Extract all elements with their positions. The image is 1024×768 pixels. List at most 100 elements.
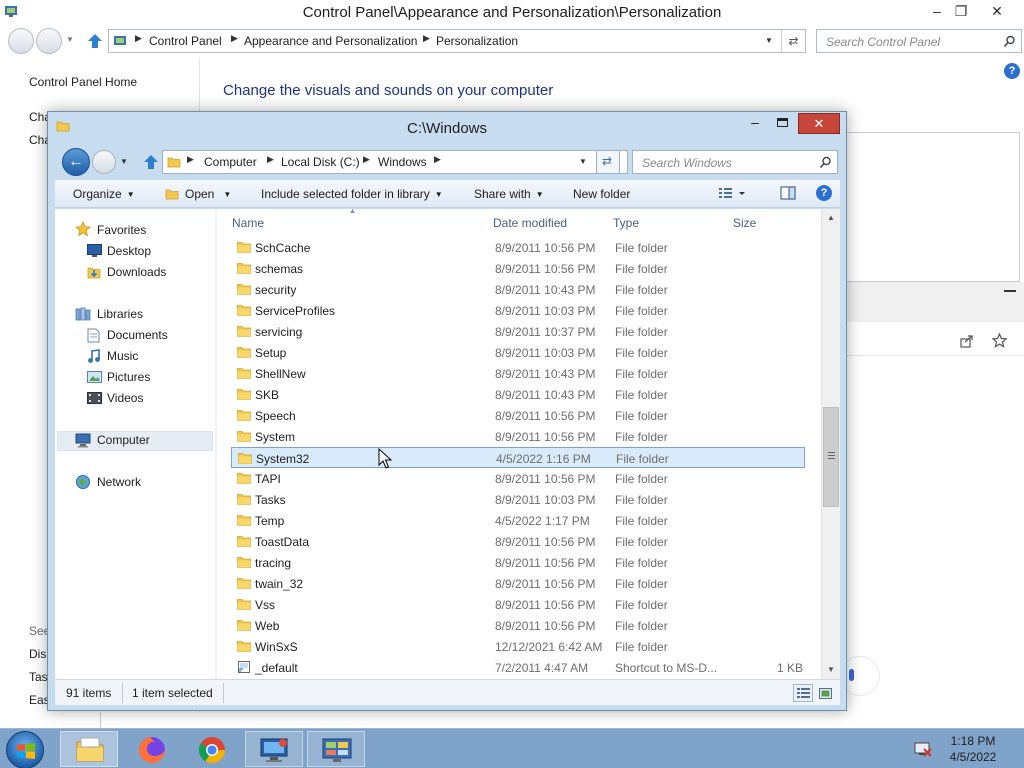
table-row[interactable]: schemas 8/9/2011 10:56 PM File folder	[231, 258, 805, 279]
taskbar-control-panel[interactable]	[307, 731, 365, 767]
search-icon[interactable]	[819, 156, 832, 169]
table-row[interactable]: Tasks 8/9/2011 10:03 PM File folder	[231, 489, 805, 510]
breadcrumb-computer[interactable]: Computer	[204, 155, 257, 169]
table-row[interactable]: servicing 8/9/2011 10:37 PM File folder	[231, 321, 805, 342]
taskbar-remote-desktop[interactable]	[245, 731, 303, 767]
back-button[interactable]: ←	[62, 148, 90, 176]
back-button[interactable]	[8, 28, 34, 54]
minimize-button[interactable]: –	[742, 114, 768, 132]
breadcrumb-separator-icon[interactable]: ▶	[434, 154, 441, 165]
open-button[interactable]: Open ▼	[165, 187, 231, 201]
network-status-icon[interactable]	[914, 741, 932, 757]
organize-button[interactable]: Organize ▼	[73, 187, 135, 201]
column-header-size[interactable]: Size	[733, 216, 756, 230]
help-button[interactable]: ?	[816, 185, 832, 201]
scroll-down-icon[interactable]: ▼	[824, 663, 838, 677]
vertical-scrollbar[interactable]: ▲ ▼	[821, 209, 840, 679]
pane-splitter[interactable]	[215, 209, 217, 679]
table-row[interactable]: System 8/9/2011 10:56 PM File folder	[231, 426, 805, 447]
table-row[interactable]: Temp 4/5/2022 1:17 PM File folder	[231, 510, 805, 531]
close-button[interactable]: ✕	[982, 2, 1012, 20]
table-row[interactable]: security 8/9/2011 10:43 PM File folder	[231, 279, 805, 300]
breadcrumb-separator-icon[interactable]: ▶	[187, 154, 194, 165]
breadcrumb-personalization[interactable]: Personalization	[436, 34, 518, 48]
control-panel-search-input[interactable]: Search Control Panel	[816, 29, 1022, 53]
start-button[interactable]	[6, 731, 44, 768]
share-icon[interactable]	[960, 334, 974, 348]
taskbar-firefox[interactable]	[122, 731, 180, 767]
table-row[interactable]: SKB 8/9/2011 10:43 PM File folder	[231, 384, 805, 405]
taskbar-clock[interactable]: 1:18 PM 4/5/2022	[940, 733, 1006, 765]
recent-pages-chevron-icon[interactable]: ▼	[66, 35, 74, 44]
share-with-button[interactable]: Share with ▼	[474, 187, 544, 201]
new-folder-button[interactable]: New folder	[573, 187, 630, 201]
column-header-date[interactable]: Date modified	[493, 216, 567, 230]
taskbar-chrome[interactable]	[182, 731, 240, 767]
column-header-type[interactable]: Type	[613, 216, 639, 230]
breadcrumb-appearance[interactable]: Appearance and Personalization	[244, 34, 417, 48]
explorer-address-bar[interactable]: ▶ Computer ▶ Local Disk (C:) ▶ Windows ▶…	[162, 150, 628, 174]
address-dropdown-icon[interactable]: ▼	[579, 157, 587, 166]
change-view-button[interactable]	[718, 186, 748, 203]
breadcrumb-separator-icon[interactable]: ▶	[267, 154, 274, 165]
nav-libraries[interactable]: Libraries	[97, 307, 143, 321]
table-row[interactable]: _default 7/2/2011 4:47 AM Shortcut to MS-D…	[231, 657, 805, 678]
help-icon[interactable]: ?	[1004, 63, 1020, 79]
preview-pane-button[interactable]	[780, 185, 796, 204]
column-header-name[interactable]: Name	[232, 216, 264, 230]
scrollbar-thumb[interactable]	[823, 407, 839, 507]
table-row[interactable]: Setup 8/9/2011 10:03 PM File folder	[231, 342, 805, 363]
maximize-button[interactable]	[770, 114, 796, 132]
table-row[interactable]: Web 8/9/2011 10:56 PM File folder	[231, 615, 805, 636]
table-row[interactable]: ToastData 8/9/2011 10:56 PM File folder	[231, 531, 805, 552]
include-in-library-button[interactable]: Include selected folder in library ▼	[261, 187, 443, 201]
nav-network[interactable]: Network	[97, 475, 141, 489]
nav-documents[interactable]: Documents	[107, 328, 168, 342]
breadcrumb-separator-icon[interactable]: ▶	[231, 33, 238, 44]
breadcrumb-windows[interactable]: Windows	[378, 155, 427, 169]
taskbar-file-explorer[interactable]	[60, 731, 118, 767]
table-row[interactable]: ShellNew 8/9/2011 10:43 PM File folder	[231, 363, 805, 384]
nav-music[interactable]: Music	[107, 349, 138, 363]
forward-button[interactable]	[92, 150, 116, 174]
table-row[interactable]: Vss 8/9/2011 10:56 PM File folder	[231, 594, 805, 615]
up-arrow-icon[interactable]	[142, 153, 160, 171]
large-icons-view-button[interactable]	[815, 684, 835, 702]
table-row[interactable]: tracing 8/9/2011 10:56 PM File folder	[231, 552, 805, 573]
nav-pictures[interactable]: Pictures	[107, 370, 150, 384]
nav-favorites[interactable]: Favorites	[97, 223, 146, 237]
nav-downloads[interactable]: Downloads	[107, 265, 166, 279]
nav-videos[interactable]: Videos	[107, 391, 143, 405]
refresh-icon[interactable]: ⇄	[781, 30, 805, 52]
breadcrumb-local-disk[interactable]: Local Disk (C:)	[281, 155, 360, 169]
search-icon[interactable]	[1003, 35, 1016, 48]
table-row[interactable]: ServiceProfiles 8/9/2011 10:03 PM File fol…	[231, 300, 805, 321]
breadcrumb-separator-icon[interactable]: ▶	[363, 154, 370, 165]
scroll-up-icon[interactable]: ▲	[824, 211, 838, 225]
see-also-link[interactable]: Tas	[29, 670, 48, 684]
table-row[interactable]: Speech 8/9/2011 10:56 PM File folder	[231, 405, 805, 426]
table-row[interactable]: TAPI 8/9/2011 10:56 PM File folder	[231, 468, 805, 489]
breadcrumb-separator-icon[interactable]: ▶	[423, 33, 430, 44]
table-row-selected[interactable]: System32 4/5/2022 1:16 PM File folder	[231, 447, 805, 468]
table-row[interactable]: twain_32 8/9/2011 10:56 PM File folder	[231, 573, 805, 594]
minimize-icon[interactable]	[1004, 290, 1016, 292]
refresh-button[interactable]: ⇄	[596, 150, 620, 174]
nav-computer[interactable]: Computer	[97, 433, 150, 447]
restore-button[interactable]: ❐	[946, 2, 976, 20]
control-panel-home-link[interactable]: Control Panel Home	[29, 75, 137, 89]
table-row[interactable]: WinSxS 12/12/2021 6:42 AM File folder	[231, 636, 805, 657]
breadcrumb-control-panel[interactable]: Control Panel	[149, 34, 222, 48]
details-view-button[interactable]	[793, 684, 813, 702]
control-panel-address-bar[interactable]: ▶ Control Panel ▶ Appearance and Persona…	[108, 29, 806, 53]
close-button[interactable]: ✕	[798, 113, 840, 134]
explorer-search-input[interactable]: Search Windows	[632, 150, 838, 174]
breadcrumb-separator-icon[interactable]: ▶	[135, 33, 142, 44]
recent-locations-chevron-icon[interactable]: ▼	[120, 157, 128, 166]
nav-desktop[interactable]: Desktop	[107, 244, 151, 258]
up-arrow-icon[interactable]	[86, 32, 104, 50]
star-icon[interactable]	[992, 333, 1007, 348]
forward-button[interactable]	[36, 28, 62, 54]
address-dropdown-icon[interactable]: ▼	[765, 36, 773, 45]
table-row[interactable]: SchCache 8/9/2011 10:56 PM File folder	[231, 237, 805, 258]
